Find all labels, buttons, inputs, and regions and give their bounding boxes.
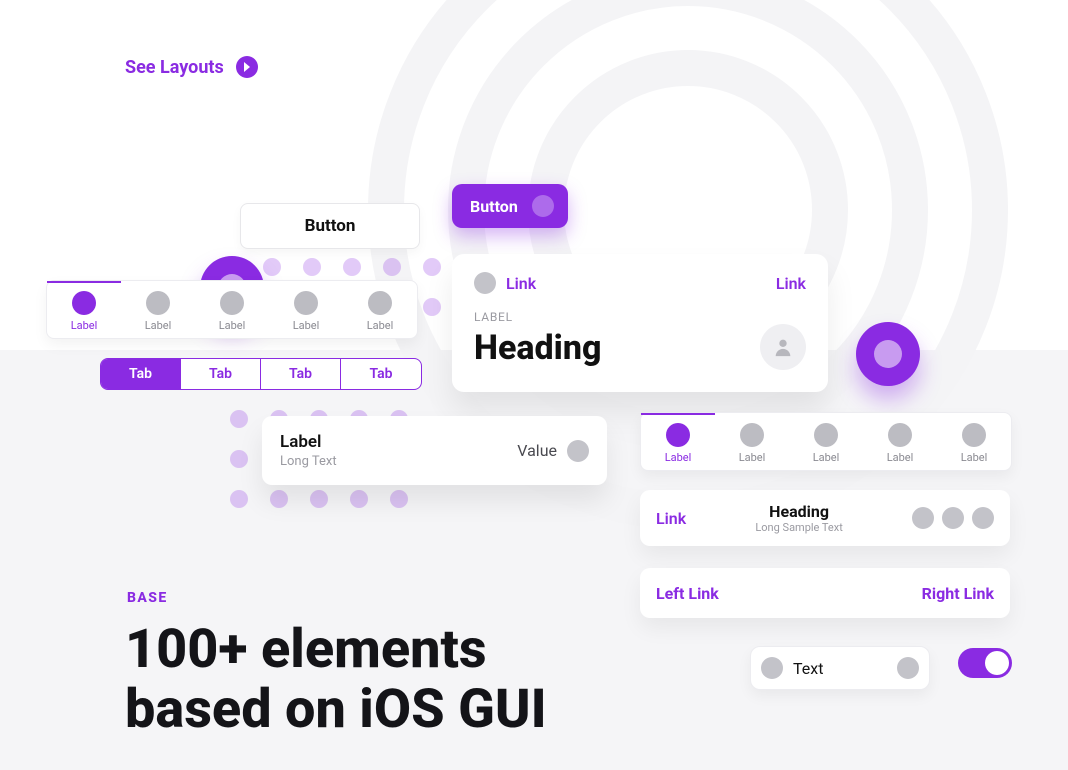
section-overline: BASE xyxy=(127,590,168,606)
circle-icon xyxy=(567,440,589,462)
segment[interactable]: Tab xyxy=(341,359,421,389)
nav-bar-links: Left Link Right Link xyxy=(640,568,1010,618)
cell-title: Label xyxy=(280,432,337,452)
nav-link[interactable]: Link xyxy=(656,509,686,528)
tab-item-label: Label xyxy=(665,451,692,464)
right-link[interactable]: Right Link xyxy=(922,584,994,603)
circle-icon xyxy=(814,423,838,447)
chip-label: Text xyxy=(793,659,823,678)
segment[interactable]: Tab xyxy=(101,359,181,389)
circle-icon xyxy=(474,272,496,294)
segment-label: Tab xyxy=(289,366,312,382)
circle-icon xyxy=(532,195,554,217)
circle-icon xyxy=(72,291,96,315)
tab-item[interactable]: Label xyxy=(343,281,417,338)
cell-value: Value xyxy=(517,441,557,460)
navigation-header-card: Link Link LABEL Heading xyxy=(452,254,828,392)
segment-label: Tab xyxy=(369,366,392,382)
section-title-line2: based on iOS GUI xyxy=(125,678,547,741)
circle-icon xyxy=(740,423,764,447)
segment-label: Tab xyxy=(209,366,232,382)
tab-item[interactable]: Label xyxy=(121,281,195,338)
tab-bar-icons-left: Label Label Label Label Label xyxy=(46,280,418,339)
tab-item-label: Label xyxy=(293,319,320,332)
tab-bar-icons-right: Label Label Label Label Label xyxy=(640,412,1012,471)
segment[interactable]: Tab xyxy=(261,359,341,389)
circle-icon[interactable] xyxy=(942,507,964,529)
nav-actions xyxy=(912,507,994,529)
cell-subtitle: Long Text xyxy=(280,454,337,469)
back-link-label: Link xyxy=(506,274,536,293)
circle-icon xyxy=(220,291,244,315)
segment-label: Tab xyxy=(129,366,152,382)
tab-item[interactable]: Label xyxy=(47,281,121,338)
tab-item[interactable]: Label xyxy=(715,413,789,470)
tab-item-label: Label xyxy=(145,319,172,332)
circle-icon xyxy=(294,291,318,315)
see-layouts-link[interactable]: See Layouts xyxy=(125,56,258,78)
tab-item[interactable]: Label xyxy=(269,281,343,338)
avatar[interactable] xyxy=(760,324,806,370)
segmented-control: Tab Tab Tab Tab xyxy=(100,358,422,390)
person-icon xyxy=(772,336,794,358)
segment[interactable]: Tab xyxy=(181,359,261,389)
left-link[interactable]: Left Link xyxy=(656,584,719,603)
nav-bar-compact: Link Heading Long Sample Text xyxy=(640,490,1010,546)
action-link[interactable]: Link xyxy=(776,274,806,293)
circle-icon xyxy=(666,423,690,447)
circle-icon xyxy=(897,657,919,679)
button-primary[interactable]: Button xyxy=(452,184,568,228)
tab-item-label: Label xyxy=(887,451,914,464)
button-default-label: Button xyxy=(305,216,356,236)
tab-item[interactable]: Label xyxy=(195,281,269,338)
button-primary-label: Button xyxy=(470,197,518,216)
tab-item[interactable]: Label xyxy=(937,413,1011,470)
toggle-switch[interactable] xyxy=(958,648,1012,678)
circle-icon xyxy=(761,657,783,679)
nav-subtitle: Long Sample Text xyxy=(755,521,842,534)
circle-icon[interactable] xyxy=(972,507,994,529)
circle-icon xyxy=(888,423,912,447)
section-title-line1: 100+ elements xyxy=(125,618,487,681)
overline-label: LABEL xyxy=(474,310,806,324)
tab-item[interactable]: Label xyxy=(789,413,863,470)
tab-item-label: Label xyxy=(219,319,246,332)
decorative-orb-icon xyxy=(856,322,920,386)
circle-icon[interactable] xyxy=(912,507,934,529)
circle-icon xyxy=(962,423,986,447)
circle-icon xyxy=(146,291,170,315)
tab-item-label: Label xyxy=(71,319,98,332)
tab-item-label: Label xyxy=(739,451,766,464)
section-title: 100+ elements based on iOS GUI xyxy=(125,620,547,741)
tab-item-label: Label xyxy=(367,319,394,332)
button-default[interactable]: Button xyxy=(240,203,420,249)
large-title: Heading xyxy=(474,328,806,368)
tab-item[interactable]: Label xyxy=(863,413,937,470)
text-chip[interactable]: Text xyxy=(750,646,930,690)
tab-item[interactable]: Label xyxy=(641,413,715,470)
list-cell-value[interactable]: Label Long Text Value xyxy=(262,416,607,485)
tab-item-label: Label xyxy=(961,451,988,464)
chevron-right-icon xyxy=(236,56,258,78)
circle-icon xyxy=(368,291,392,315)
see-layouts-label: See Layouts xyxy=(125,57,224,78)
nav-title: Heading xyxy=(755,502,842,521)
tab-item-label: Label xyxy=(813,451,840,464)
back-link[interactable]: Link xyxy=(474,272,536,294)
